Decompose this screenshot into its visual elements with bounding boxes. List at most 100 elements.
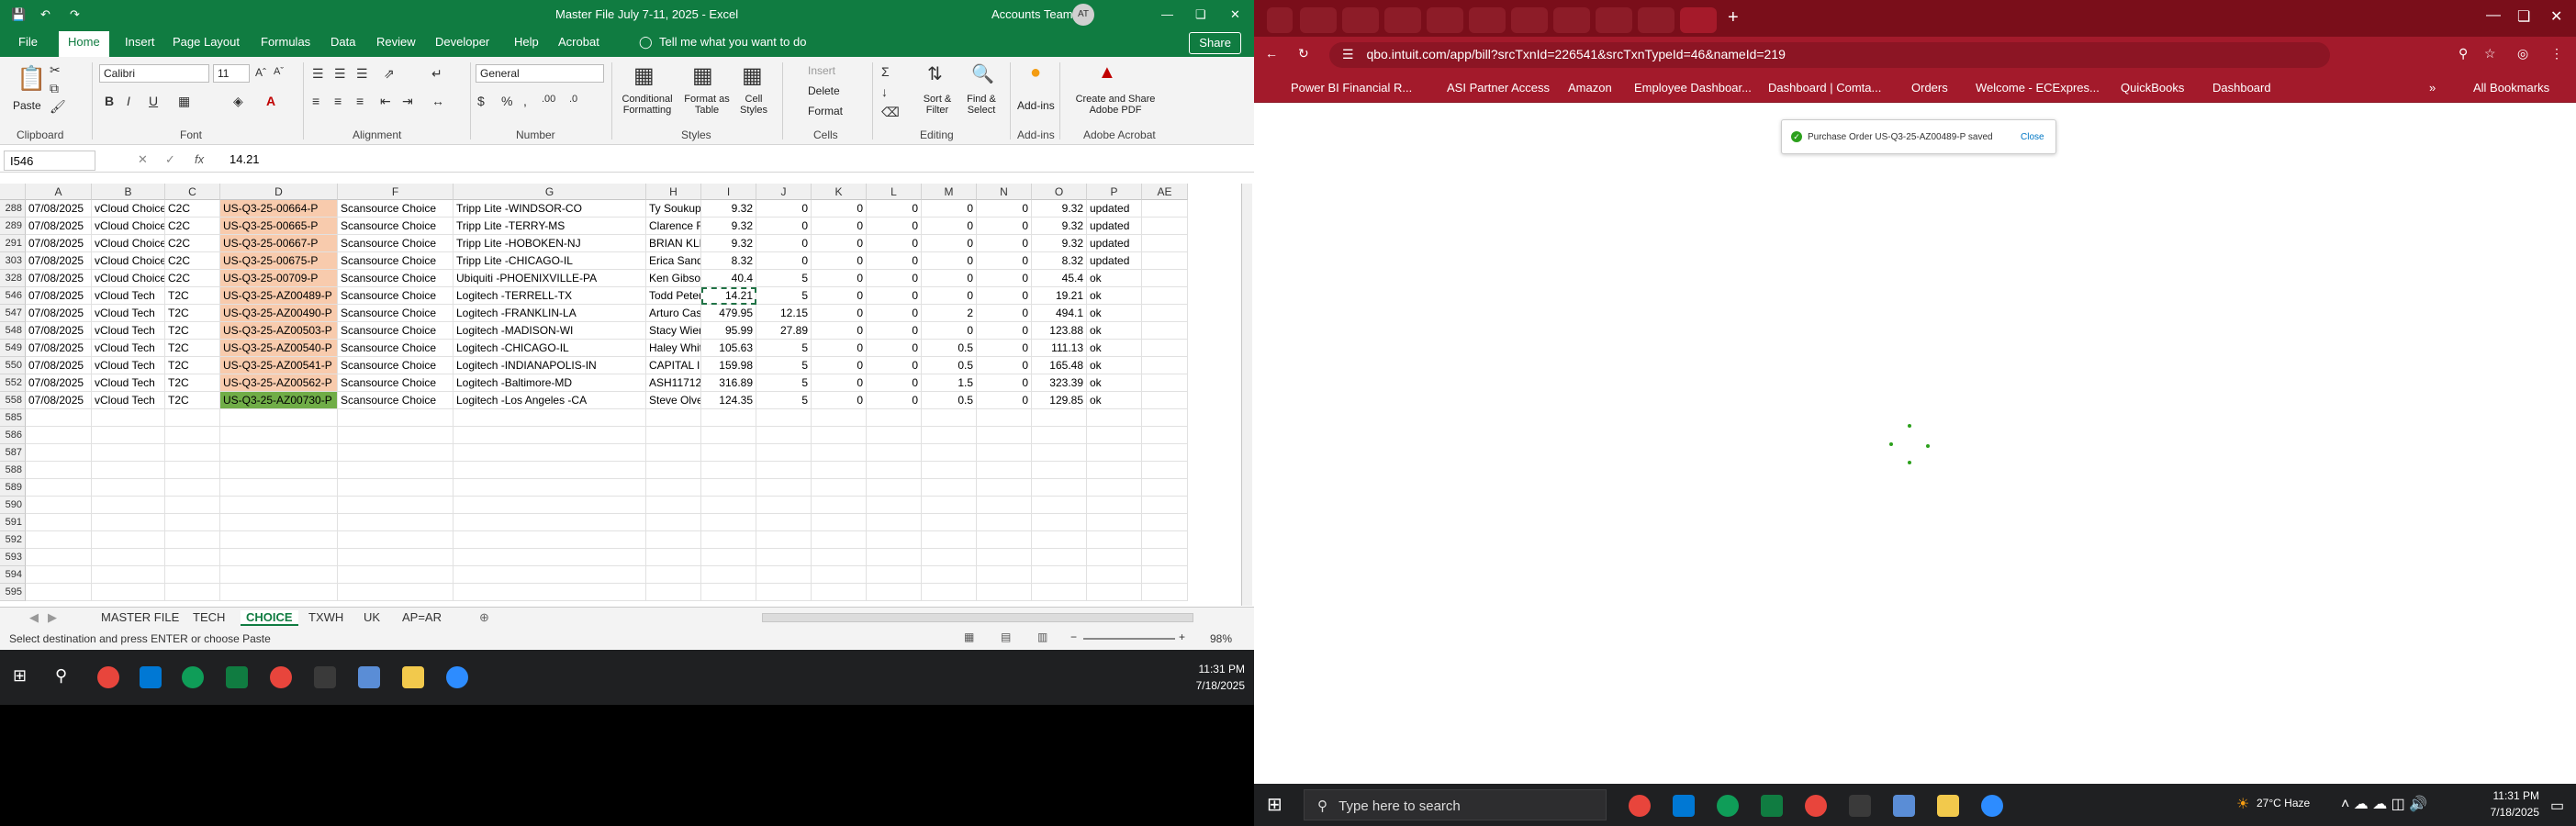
increase-decimal-icon[interactable]: .00 bbox=[542, 94, 555, 105]
grid-cell[interactable] bbox=[1032, 462, 1087, 479]
grid-cell[interactable] bbox=[1142, 427, 1188, 444]
grid-cell[interactable] bbox=[1087, 427, 1142, 444]
share-button[interactable]: Share bbox=[1189, 32, 1241, 54]
row-header[interactable]: 590 bbox=[0, 497, 26, 514]
grid-cell[interactable] bbox=[977, 584, 1032, 601]
grid-cell[interactable] bbox=[92, 409, 165, 427]
grid-cell[interactable] bbox=[26, 409, 92, 427]
menu-icon[interactable]: ⋮ bbox=[2550, 46, 2563, 61]
grid-cell[interactable]: 9.32 bbox=[701, 235, 756, 252]
restore-icon[interactable]: ❏ bbox=[2517, 7, 2530, 26]
outlook-icon[interactable] bbox=[140, 666, 162, 688]
grid-cell[interactable]: 0 bbox=[977, 218, 1032, 235]
grid-cell[interactable]: BRIAN KLE bbox=[646, 235, 701, 252]
back-icon[interactable]: ← bbox=[1265, 46, 1278, 61]
grid-cell[interactable] bbox=[922, 497, 977, 514]
grid-cell[interactable] bbox=[26, 549, 92, 566]
row-header[interactable]: 552 bbox=[0, 374, 26, 392]
grid-cell[interactable]: US-Q3-25-AZ00540-P bbox=[220, 340, 338, 357]
align-bottom-icon[interactable]: ☰ bbox=[356, 66, 368, 82]
sheet-tab-tech[interactable]: TECH bbox=[193, 610, 225, 624]
grid-cell[interactable] bbox=[1142, 322, 1188, 340]
format-cells-button[interactable]: Format bbox=[808, 105, 843, 117]
grid-cell[interactable]: 9.32 bbox=[1032, 218, 1087, 235]
grid-cell[interactable] bbox=[92, 479, 165, 497]
grid-cell[interactable]: 124.35 bbox=[701, 392, 756, 409]
grid-cell[interactable]: vCloud Choice bbox=[92, 218, 165, 235]
browser-tab-active[interactable] bbox=[1680, 7, 1717, 33]
row-header[interactable]: 591 bbox=[0, 514, 26, 531]
grid-cell[interactable]: 0 bbox=[867, 235, 922, 252]
grid-cell[interactable]: 0 bbox=[977, 374, 1032, 392]
grid-cell[interactable]: 40.4 bbox=[701, 270, 756, 287]
grid-cell[interactable] bbox=[220, 566, 338, 584]
grid-cell[interactable]: 323.39 bbox=[1032, 374, 1087, 392]
grid-cell[interactable]: C2C bbox=[165, 235, 220, 252]
system-tray-icons[interactable]: ˄ ☁ ☁ ◫ 🔊 bbox=[2341, 795, 2427, 813]
cancel-icon[interactable]: ✕ bbox=[138, 152, 148, 167]
grid-cell[interactable] bbox=[220, 427, 338, 444]
column-header-b[interactable]: B bbox=[92, 184, 165, 200]
bookmark-item[interactable]: Dashboard | Comta... bbox=[1768, 81, 1881, 95]
grid-cell[interactable]: Stacy Wier bbox=[646, 322, 701, 340]
grid-cell[interactable] bbox=[1142, 409, 1188, 427]
column-header-ae[interactable]: AE bbox=[1142, 184, 1188, 200]
grid-cell[interactable]: 0 bbox=[977, 305, 1032, 322]
cell-styles-button[interactable]: Cell Styles bbox=[733, 94, 775, 116]
underline-icon[interactable]: U bbox=[149, 94, 158, 108]
currency-icon[interactable]: $ bbox=[477, 94, 485, 108]
grid-cell[interactable] bbox=[1142, 566, 1188, 584]
zoom-slider[interactable] bbox=[1083, 638, 1175, 640]
grid-cell[interactable]: 0.5 bbox=[922, 357, 977, 374]
file-explorer-icon[interactable] bbox=[402, 666, 424, 688]
grid-cell[interactable] bbox=[1142, 340, 1188, 357]
grid-cell[interactable]: updated bbox=[1087, 235, 1142, 252]
grid-cell[interactable] bbox=[165, 427, 220, 444]
tab-formulas[interactable]: Formulas bbox=[261, 35, 310, 49]
grid-cell[interactable]: T2C bbox=[165, 322, 220, 340]
next-sheet-icon[interactable]: ▶ bbox=[48, 610, 57, 625]
paste-button[interactable]: Paste bbox=[13, 99, 41, 112]
grid-cell[interactable]: US-Q3-25-AZ00490-P bbox=[220, 305, 338, 322]
grid-cell[interactable]: 8.32 bbox=[701, 252, 756, 270]
addins-button[interactable]: Add-ins bbox=[1017, 99, 1055, 112]
grid-cell[interactable] bbox=[1142, 392, 1188, 409]
grid-cell[interactable] bbox=[454, 462, 646, 479]
grid-cell[interactable]: 0 bbox=[867, 270, 922, 287]
grid-cell[interactable] bbox=[756, 462, 812, 479]
prev-sheet-icon[interactable]: ◀ bbox=[29, 610, 39, 625]
grid-cell[interactable] bbox=[646, 531, 701, 549]
tab-help[interactable]: Help bbox=[514, 35, 539, 49]
browser-tab[interactable] bbox=[1469, 7, 1506, 33]
grid-cell[interactable] bbox=[977, 462, 1032, 479]
sort-filter-button[interactable]: Sort & Filter bbox=[914, 94, 960, 116]
grid-cell[interactable] bbox=[1142, 357, 1188, 374]
decrease-indent-icon[interactable]: ⇤ bbox=[380, 94, 391, 109]
grid-cell[interactable]: 494.1 bbox=[1032, 305, 1087, 322]
grid-cell[interactable]: vCloud Tech bbox=[92, 392, 165, 409]
grid-cell[interactable]: 2 bbox=[922, 305, 977, 322]
grid-cell[interactable]: T2C bbox=[165, 357, 220, 374]
grid-cell[interactable] bbox=[1087, 497, 1142, 514]
clear-icon[interactable]: ⌫ bbox=[881, 105, 900, 120]
grid-cell[interactable]: 0 bbox=[867, 340, 922, 357]
grid-cell[interactable] bbox=[701, 531, 756, 549]
grid-cell[interactable]: 0 bbox=[977, 357, 1032, 374]
grid-cell[interactable] bbox=[646, 409, 701, 427]
align-right-icon[interactable]: ≡ bbox=[356, 94, 364, 108]
grid-cell[interactable] bbox=[26, 479, 92, 497]
grid-cell[interactable] bbox=[26, 427, 92, 444]
column-header-f[interactable]: F bbox=[338, 184, 454, 200]
page-break-view-icon[interactable]: ▥ bbox=[1037, 631, 1047, 643]
shrink-font-icon[interactable]: Aˇ bbox=[274, 66, 284, 77]
grid-cell[interactable]: 0 bbox=[922, 287, 977, 305]
grid-cell[interactable]: 0.5 bbox=[922, 392, 977, 409]
autosum-icon[interactable]: Σ bbox=[881, 64, 890, 79]
name-box[interactable]: I546 bbox=[4, 151, 95, 171]
grid-cell[interactable]: 0 bbox=[812, 270, 867, 287]
browser-tab[interactable] bbox=[1427, 7, 1463, 33]
column-header-a[interactable]: A bbox=[26, 184, 92, 200]
grid-cell[interactable]: vCloud Tech bbox=[92, 357, 165, 374]
formula-input[interactable]: 14.21 bbox=[230, 152, 260, 166]
new-tab-icon[interactable]: + bbox=[1728, 7, 1739, 28]
